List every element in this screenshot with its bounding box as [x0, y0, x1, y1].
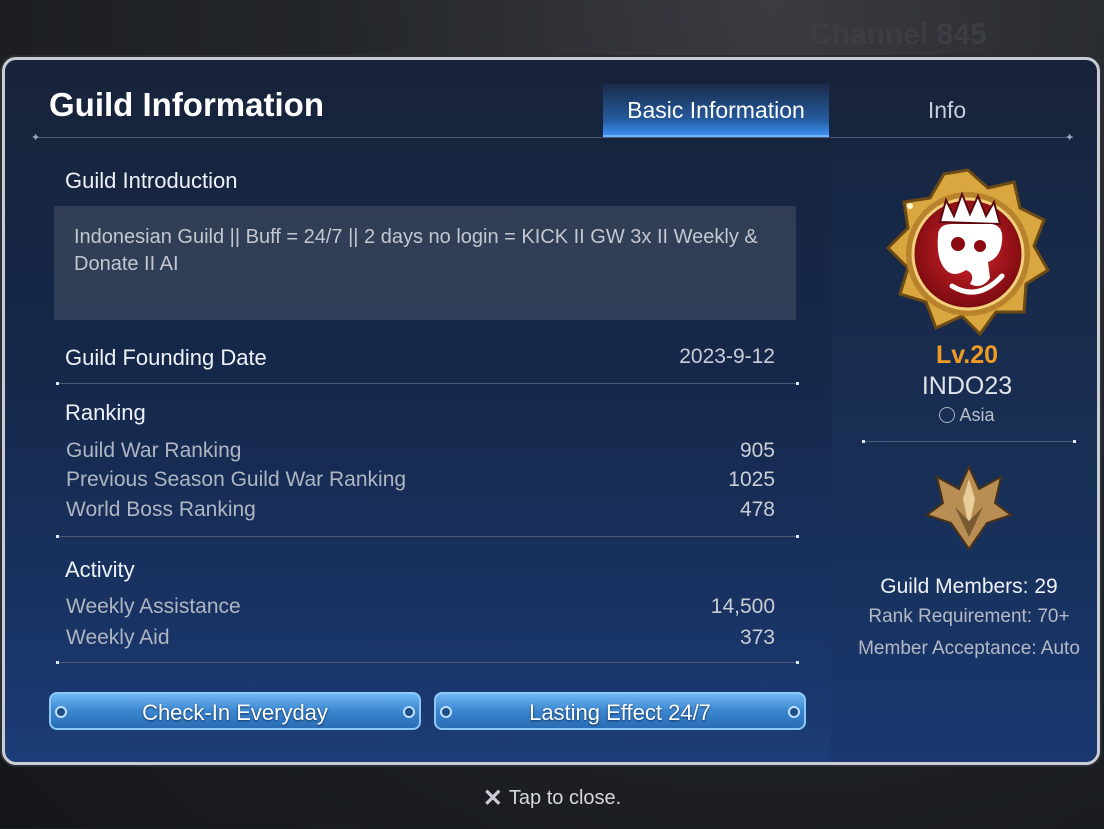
close-icon[interactable]: ✕ [483, 785, 503, 812]
summary-divider [862, 440, 1076, 443]
divider [56, 535, 799, 538]
channel-label: Channel 845 [810, 18, 987, 51]
guild-region: Asia [831, 405, 1097, 426]
world-boss-ranking-value: 478 [739, 498, 775, 521]
intro-text: Indonesian Guild || Buff = 24/7 || 2 day… [54, 206, 796, 320]
guild-name: INDO23 [921, 372, 1013, 400]
prev-season-ranking-value: 1025 [728, 468, 775, 491]
prev-season-ranking-label: Previous Season Guild War Ranking [66, 468, 407, 491]
ranking-heading: Ranking [65, 400, 146, 425]
tab-info[interactable]: Info [831, 84, 1063, 138]
weekly-assistance-label: Weekly Assistance [66, 595, 241, 618]
guild-war-ranking-label: Guild War Ranking [66, 439, 242, 462]
founding-date-label: Guild Founding Date [65, 345, 267, 370]
member-acceptance: Member Acceptance: Auto [858, 638, 1080, 659]
close-bar[interactable]: ✕ Tap to close. [0, 768, 1104, 828]
guild-info-panel: Guild Information Basic Information Info… [2, 57, 1100, 765]
close-text[interactable]: Tap to close. [509, 787, 621, 809]
weekly-assistance-value: 14,500 [710, 595, 775, 618]
button-knob-right [788, 706, 800, 718]
page-title: Guild Information [49, 86, 324, 123]
guild-level: Lv.20 [935, 341, 999, 369]
header-divider [37, 137, 1073, 138]
activity-heading: Activity [65, 557, 135, 582]
button-knob-left [55, 706, 67, 718]
button-knob-left [440, 706, 452, 718]
rank-requirement: Rank Requirement: 70+ [868, 606, 1070, 627]
crowned-skull-emblem-icon [885, 168, 1051, 337]
check-in-label: Check-In Everyday [142, 700, 328, 725]
check-in-everyday-button[interactable]: Check-In Everyday [49, 692, 421, 730]
world-boss-ranking-label: World Boss Ranking [66, 498, 256, 521]
lasting-effect-button[interactable]: Lasting Effect 24/7 [434, 692, 806, 730]
lasting-effect-label: Lasting Effect 24/7 [529, 700, 711, 725]
guild-members: Guild Members: 29 [880, 575, 1058, 598]
intro-heading: Guild Introduction [65, 168, 238, 193]
region-label: Asia [959, 405, 995, 425]
guild-war-ranking-value: 905 [739, 439, 775, 462]
sparkle-icon: ✦ [1065, 132, 1075, 144]
weekly-aid-label: Weekly Aid [66, 626, 170, 649]
button-knob-right [403, 706, 415, 718]
globe-icon [939, 407, 956, 423]
divider [56, 382, 799, 385]
sparkle-icon: ✦ [31, 132, 41, 144]
tab-basic-information[interactable]: Basic Information [603, 84, 829, 138]
divider [56, 661, 799, 664]
founding-date-value: 2023-9-12 [679, 345, 775, 368]
guild-rank-crest-icon [925, 464, 1013, 551]
weekly-aid-value: 373 [739, 626, 775, 649]
